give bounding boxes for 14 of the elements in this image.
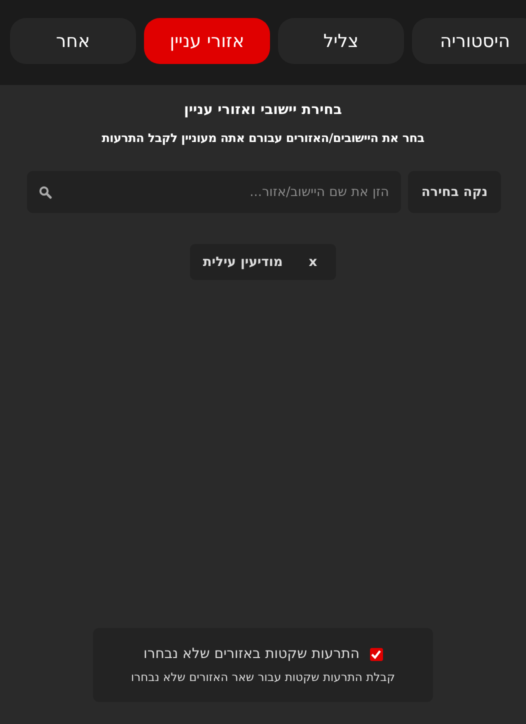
tab[interactable]: צליל	[278, 18, 404, 64]
search-field[interactable]: הזן את שם היישוב/אזור...	[27, 171, 401, 213]
tab[interactable]: אחר	[10, 18, 136, 64]
checkbox-description: קבלת התרעות שקטות עבור שאר האזורים שלא נבחרו	[131, 670, 395, 684]
area-name: מודיעין עילית	[202, 254, 283, 270]
checkbox[interactable]	[370, 648, 383, 660]
remove-button[interactable]: x	[308, 254, 318, 270]
search-icon	[39, 186, 52, 199]
tab[interactable]: אזורי עניין	[144, 18, 270, 64]
clear-selection-button[interactable]: נקה בחירה	[408, 171, 501, 213]
section-title: בחירת יישובי ואזורי עניין	[184, 102, 342, 118]
tab[interactable]: היסטוריה	[412, 18, 526, 64]
section-description: בחר את היישובים/האזורים עבורם אתה מעוניין לקבל התרעות	[102, 131, 424, 145]
checkbox-label: התרעות שקטות באזורים שלא נבחרו	[144, 646, 360, 662]
